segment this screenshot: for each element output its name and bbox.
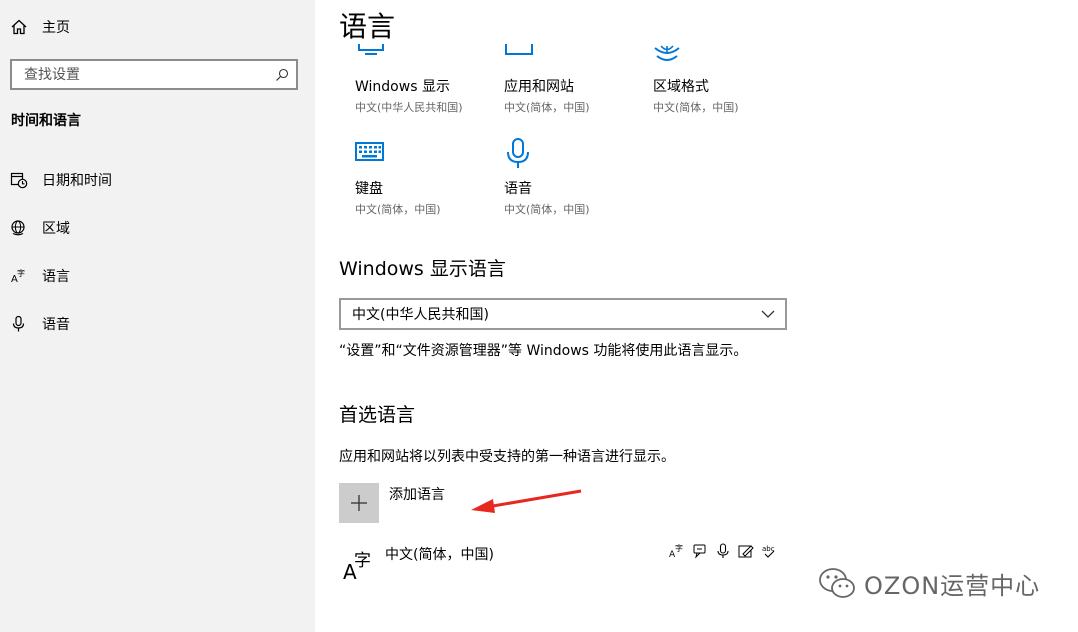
tile-sub: 中文(中华人民共和国) [355, 101, 463, 114]
sidebar-item-language[interactable]: A 字 语言 [10, 262, 70, 290]
tile-sub: 中文(简体，中国) [355, 203, 441, 216]
sidebar-item-label: 语言 [42, 269, 70, 285]
svg-text:字: 字 [17, 268, 25, 278]
tile-name: 应用和网站 [504, 79, 574, 95]
language-name: 中文(简体，中国) [385, 547, 494, 563]
sidebar-item-speech[interactable]: 语音 [10, 310, 70, 338]
tile-windows-display[interactable]: Windows 显示 中文(中华人民共和国) [355, 40, 495, 120]
sidebar-item-region[interactable]: 区域 [10, 214, 70, 242]
wechat-logo-icon [819, 567, 855, 598]
chevron-down-icon [761, 310, 775, 318]
preferred-languages-description: 应用和网站将以列表中受支持的第一种语言进行显示。 [339, 449, 675, 465]
language-glyph-icon: A 字 [343, 551, 371, 582]
tile-sub: 中文(简体，中国) [504, 203, 590, 216]
microphone-icon [12, 315, 25, 332]
tile-sub: 中文(简体，中国) [653, 101, 739, 114]
globe-icon [11, 220, 25, 236]
language-item[interactable]: A 字 中文(简体，中国) A 字 abc [339, 540, 779, 584]
search-box[interactable] [10, 59, 298, 90]
search-icon[interactable] [268, 68, 296, 82]
preferred-languages-heading: 首选语言 [339, 404, 416, 426]
window-icon [505, 44, 533, 55]
tile-speech[interactable]: 语音 中文(简体，中国) [504, 138, 644, 218]
tile-apps-websites[interactable]: 应用和网站 中文(简体，中国) [504, 40, 644, 120]
keyboard-icon [355, 142, 384, 161]
dropdown-value: 中文(中华人民共和国) [352, 307, 489, 323]
home-link[interactable]: 主页 [10, 14, 70, 40]
add-language-button[interactable] [339, 483, 379, 523]
microphone-icon [507, 138, 529, 168]
home-icon [11, 19, 27, 35]
watermark: OZON运营中心 [818, 566, 1040, 601]
display-language-heading: Windows 显示语言 [339, 258, 506, 280]
sidebar-item-date-time[interactable]: 日期和时间 [10, 166, 112, 194]
svg-text:字: 字 [675, 543, 683, 553]
monitor-icon [358, 44, 384, 55]
main-content: 语言 Windows 显示 中文(中华人民共和国) 应用和网站 中文(简体，中国… [315, 0, 1078, 632]
globe-icon [654, 45, 680, 61]
tile-name: Windows 显示 [355, 79, 450, 95]
search-input[interactable] [12, 61, 268, 88]
display-language-description: “设置”和“文件资源管理器”等 Windows 功能将使用此语言显示。 [339, 343, 748, 359]
language-icon: A 字 [11, 268, 25, 285]
tile-name: 语音 [504, 181, 532, 197]
tile-name: 键盘 [355, 181, 383, 197]
annotation-arrow [471, 489, 582, 513]
spellcheck-feature-icon: abc [762, 545, 775, 558]
display-language-feature-icon: A 字 [669, 543, 683, 559]
tile-name: 区域格式 [653, 79, 709, 95]
tile-sub: 中文(简体，中国) [504, 101, 590, 114]
add-language-label[interactable]: 添加语言 [389, 484, 445, 504]
sidebar-item-label: 语音 [42, 317, 70, 333]
svg-text:字: 字 [354, 551, 371, 571]
home-label: 主页 [42, 20, 70, 36]
section-title: 时间和语言 [11, 113, 81, 129]
sidebar: 主页 时间和语言 日期和时间 区域 A 字 [0, 0, 315, 632]
watermark-text: OZON运营中心 [864, 572, 1041, 600]
tile-keyboard[interactable]: 键盘 中文(简体，中国) [355, 138, 495, 218]
display-language-dropdown[interactable]: 中文(中华人民共和国) [339, 298, 787, 330]
sidebar-item-label: 日期和时间 [42, 173, 112, 189]
plus-icon [351, 495, 367, 511]
tile-regional-format[interactable]: 区域格式 中文(简体，中国) [653, 40, 793, 120]
speech-feature-icon [693, 544, 706, 559]
microphone-feature-icon [717, 543, 729, 558]
calendar-clock-icon [10, 172, 28, 189]
sidebar-item-label: 区域 [42, 221, 70, 237]
handwriting-feature-icon [738, 545, 754, 558]
